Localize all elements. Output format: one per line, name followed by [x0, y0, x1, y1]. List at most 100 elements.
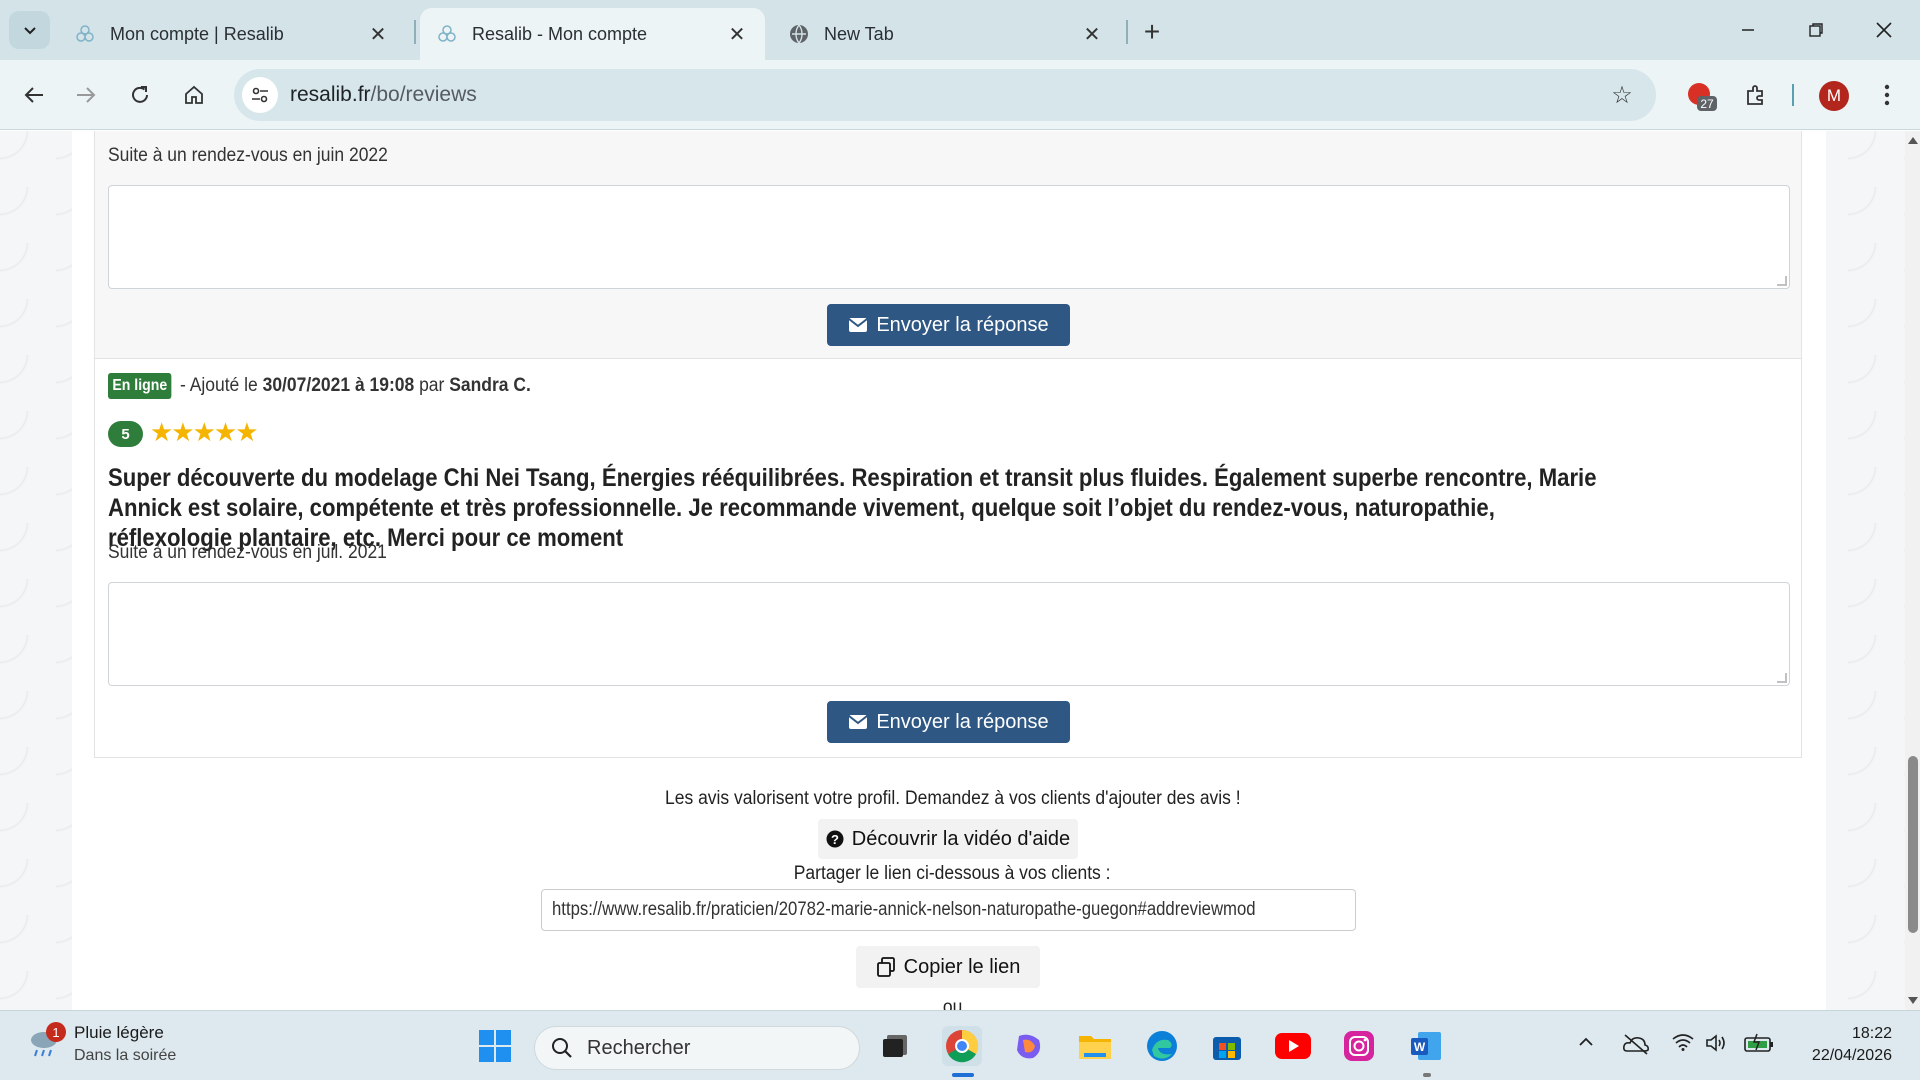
home-button[interactable]	[174, 75, 214, 115]
address-bar[interactable]: resalib.fr/bo/reviews ☆	[234, 69, 1656, 121]
review-author: Sandra C.	[449, 375, 531, 396]
extension-icon[interactable]: 27	[1685, 80, 1717, 112]
show-hidden-icons-button[interactable]	[1577, 1033, 1595, 1057]
minimize-button[interactable]	[1718, 8, 1778, 52]
page-scrollbar[interactable]	[1905, 131, 1920, 1010]
extension-badge-count: 27	[1700, 97, 1714, 111]
active-app-indicator	[952, 1073, 974, 1077]
chrome-icon[interactable]	[942, 1026, 982, 1066]
weather-widget[interactable]: 1 Pluie légère Dans la soirée	[26, 1022, 177, 1065]
share-label: Partager le lien ci-dessous à vos client…	[0, 863, 1905, 885]
start-button[interactable]	[475, 1026, 515, 1066]
volume-icon[interactable]	[1705, 1033, 1729, 1059]
tab-divider	[1126, 20, 1128, 44]
tab-title: New Tab	[824, 23, 894, 44]
weather-title: Pluie légère	[74, 1023, 164, 1042]
system-clock[interactable]: 18:22 22/04/2026	[1790, 1023, 1892, 1067]
tab-new-tab[interactable]: New Tab ✕	[772, 8, 1120, 60]
word-icon[interactable]: W	[1406, 1026, 1446, 1066]
send-reply-button[interactable]: Envoyer la réponse	[827, 701, 1070, 743]
url-text: resalib.fr/bo/reviews	[290, 83, 477, 107]
close-tab-icon[interactable]: ✕	[725, 22, 749, 46]
minimize-icon	[1742, 29, 1754, 31]
resize-handle[interactable]	[1777, 673, 1787, 683]
restore-button[interactable]	[1786, 8, 1846, 52]
scroll-down-icon[interactable]	[1908, 997, 1918, 1004]
copy-link-button[interactable]: Copier le lien	[856, 946, 1040, 988]
reply-textarea[interactable]	[108, 185, 1790, 289]
search-placeholder: Rechercher	[587, 1036, 691, 1059]
arrow-left-icon	[24, 87, 43, 103]
tab-search-button[interactable]	[9, 11, 50, 49]
extensions-button[interactable]	[1736, 75, 1776, 115]
tab-title: Mon compte | Resalib	[110, 23, 284, 44]
taskbar: 1 Pluie légère Dans la soirée Rechercher…	[0, 1010, 1920, 1080]
copy-link-label: Copier le lien	[903, 955, 1021, 978]
menu-button[interactable]	[1867, 75, 1907, 115]
url-path: /bo/reviews	[370, 83, 477, 106]
share-link-field[interactable]: https://www.resalib.fr/praticien/20782-m…	[541, 889, 1356, 931]
or-text-value: ou	[942, 997, 963, 1010]
scroll-up-icon[interactable]	[1908, 137, 1918, 144]
globe-icon	[788, 23, 810, 45]
envelope-icon	[848, 715, 868, 729]
tab-mon-compte-resalib[interactable]: Mon compte | Resalib ✕	[58, 8, 406, 60]
onedrive-offline-icon[interactable]	[1622, 1033, 1650, 1061]
appointment-note: Suite à un rendez-vous en juil. 2021	[108, 542, 387, 563]
send-reply-label: Envoyer la réponse	[876, 710, 1049, 733]
profile-avatar[interactable]: M	[1819, 81, 1849, 111]
by-label: par	[414, 375, 450, 396]
reload-button[interactable]	[120, 75, 160, 115]
arrow-right-icon	[77, 87, 96, 103]
restore-icon	[1809, 23, 1823, 37]
youtube-icon[interactable]	[1273, 1026, 1313, 1066]
close-tab-icon[interactable]: ✕	[1080, 22, 1104, 46]
edge-icon[interactable]	[1142, 1026, 1182, 1066]
more-vert-icon	[1884, 84, 1890, 106]
resalib-favicon-icon	[74, 23, 96, 45]
instagram-icon[interactable]	[1339, 1026, 1379, 1066]
new-tab-button[interactable]: +	[1134, 14, 1170, 50]
resalib-favicon-icon	[436, 23, 458, 45]
battery-icon[interactable]	[1744, 1033, 1774, 1059]
close-icon	[1876, 22, 1892, 38]
tab-resalib-mon-compte[interactable]: Resalib - Mon compte ✕	[420, 8, 765, 60]
home-icon	[185, 85, 203, 104]
chevron-down-icon	[23, 27, 36, 35]
store-icon[interactable]	[1207, 1026, 1247, 1066]
review-date: 30/07/2021 à 19:08	[262, 375, 415, 396]
help-video-label: Découvrir la vidéo d'aide	[851, 827, 1071, 850]
help-video-button[interactable]: ? Découvrir la vidéo d'aide	[818, 819, 1078, 859]
appointment-note: Suite à un rendez-vous en juin 2022	[108, 145, 388, 166]
question-circle-icon: ?	[826, 830, 844, 848]
tab-title: Resalib - Mon compte	[472, 23, 648, 44]
review-text: Super découverte du modelage Chi Nei Tsa…	[108, 464, 1597, 552]
reload-icon	[132, 86, 148, 103]
svg-text:?: ?	[831, 832, 839, 847]
taskbar-search[interactable]: Rechercher	[534, 1026, 860, 1070]
reviews-tip: Les avis valorisent votre profil. Demand…	[0, 788, 1905, 810]
review-meta: - Ajouté le 30/07/2021 à 19:08 par Sandr…	[180, 375, 531, 397]
bookmark-star-icon[interactable]: ☆	[1606, 79, 1638, 111]
tab-strip: Mon compte | Resalib ✕ Resalib - Mon com…	[0, 0, 1920, 60]
reply-textarea[interactable]	[108, 582, 1790, 686]
task-view-icon[interactable]	[876, 1026, 916, 1066]
copilot-icon[interactable]	[1009, 1026, 1049, 1066]
windows-icon	[479, 1030, 511, 1062]
close-tab-icon[interactable]: ✕	[366, 22, 390, 46]
weather-subtitle: Dans la soirée	[74, 1047, 177, 1064]
browser-toolbar: resalib.fr/bo/reviews ☆ 27 M	[0, 60, 1920, 130]
resize-handle[interactable]	[1777, 276, 1787, 286]
wifi-icon[interactable]	[1672, 1033, 1694, 1057]
status-badge: En ligne	[108, 373, 172, 399]
added-prefix: - Ajouté le	[180, 375, 263, 396]
forward-button[interactable]	[66, 75, 106, 115]
close-window-button[interactable]	[1854, 8, 1914, 52]
scrollbar-thumb[interactable]	[1908, 756, 1918, 933]
send-reply-button[interactable]: Envoyer la réponse	[827, 304, 1070, 346]
share-link-value: https://www.resalib.fr/praticien/20782-m…	[552, 899, 1256, 920]
back-button[interactable]	[14, 75, 54, 115]
send-reply-label: Envoyer la réponse	[876, 313, 1049, 336]
file-explorer-icon[interactable]	[1075, 1026, 1115, 1066]
site-info-icon[interactable]	[242, 77, 278, 113]
